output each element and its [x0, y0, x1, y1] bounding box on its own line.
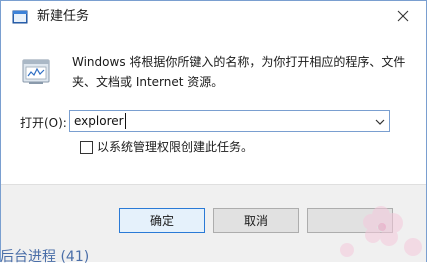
cancel-button[interactable]: 取消 [213, 208, 299, 233]
chevron-down-icon[interactable] [374, 116, 386, 128]
description-text: Windows 将根据你所键入的名称，为你打开相应的程序、文件夹、文档或 Int… [72, 55, 406, 89]
admin-checkbox-label: 以系统管理权限创建此任务。 [97, 140, 254, 154]
admin-option[interactable]: 以系统管理权限创建此任务。 [80, 139, 253, 155]
background-process-header: 后台进程 (41) [0, 249, 90, 265]
browse-button[interactable] [307, 208, 393, 233]
dialog-body: Windows 将根据你所键入的名称，为你打开相应的程序、文件夹、文档或 Int… [1, 33, 426, 184]
run-app-icon [12, 10, 28, 24]
open-input[interactable]: explorer [74, 113, 126, 129]
admin-checkbox[interactable] [80, 140, 93, 154]
open-label: 打开(O): [20, 116, 67, 130]
run-dialog: 新建任务 Windows 将根据你所键入的名称，为你打开相应的程序、文件夹、文档… [0, 0, 427, 262]
title-bar[interactable]: 新建任务 [1, 1, 426, 33]
run-icon [22, 59, 50, 84]
window-title: 新建任务 [37, 9, 90, 24]
close-button[interactable] [380, 1, 426, 31]
close-icon [397, 10, 409, 22]
ok-button[interactable]: 确定 [119, 208, 205, 233]
open-combobox[interactable]: explorer [69, 110, 390, 132]
